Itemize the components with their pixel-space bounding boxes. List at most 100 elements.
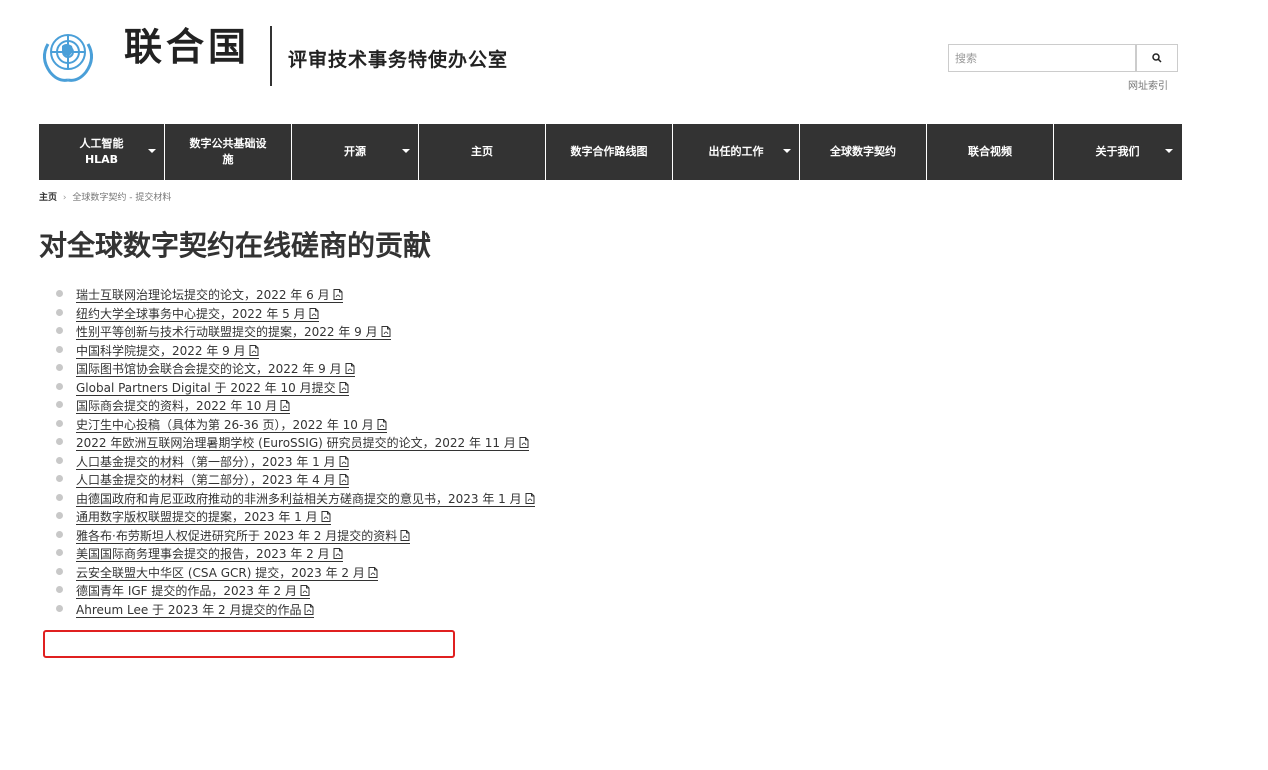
document-link[interactable]: Ahreum Lee 于 2023 年 2 月提交的作品 [76, 603, 315, 618]
document-link[interactable]: 性别平等创新与技术行动联盟提交的提案，2022 年 9 月 [76, 326, 391, 341]
pdf-icon [280, 400, 290, 412]
nav-item-home[interactable]: 主页 [419, 124, 546, 180]
bullet-icon [56, 493, 63, 501]
list-item: 国际图书馆协会联合会提交的论文，2022 年 9 月 [56, 361, 535, 380]
pdf-icon [381, 326, 391, 338]
document-link[interactable]: 史汀生中心投稿（具体为第 26-36 页），2022 年 10 月 [76, 417, 387, 433]
list-item: 中国科学院提交，2022 年 9 月 [56, 343, 535, 362]
document-link[interactable]: 2022 年欧洲互联网治理暑期学校 (EuroSSIG) 研究员提交的论文，20… [76, 436, 529, 452]
office-title[interactable]: 评审技术事务特使办公室 [288, 46, 508, 74]
bullet-icon [56, 345, 63, 353]
list-item: Global Partners Digital 于 2022 年 10 月提交 [56, 380, 535, 399]
document-link[interactable]: 纽约大学全球事务中心提交，2022 年 5 月 [76, 307, 319, 322]
bullet-icon [56, 512, 63, 519]
pdf-icon [300, 585, 310, 597]
document-link[interactable]: 美国国际商务理事会提交的报告，2023 年 2 月 [76, 547, 343, 563]
bullet-icon [56, 549, 63, 556]
document-link[interactable]: 国际图书馆协会联合会提交的论文，2022 年 9 月 [76, 363, 355, 378]
document-link-label: 瑞士互联网治理论坛提交的论文，2022 年 6 月 [76, 288, 330, 303]
nav-item-videos[interactable]: 联合视频 [927, 124, 1054, 180]
nav-item-digital-public-infrastructure[interactable]: 数字公共基础设施 [165, 124, 292, 180]
chevron-down-icon [783, 149, 791, 153]
pdf-icon [339, 455, 349, 467]
list-item: 由德国政府和肯尼亚政府推动的非洲多利益相关方磋商提交的意见书，2023 年 1 … [56, 491, 535, 510]
un-wordmark[interactable]: 联合国 [124, 24, 250, 70]
pdf-icon [339, 381, 349, 393]
document-link-label: 德国青年 IGF 提交的作品，2023 年 2 月 [76, 584, 297, 599]
document-link[interactable]: 由德国政府和肯尼亚政府推动的非洲多利益相关方磋商提交的意见书，2023 年 1 … [76, 491, 535, 507]
site-header: 联合国 评审技术事务特使办公室 网址索引 [0, 0, 1268, 110]
chevron-down-icon [402, 149, 410, 153]
pdf-icon [400, 529, 410, 541]
document-link-label: 人口基金提交的材料（第一部分），2023 年 1 月 [76, 454, 336, 469]
nav-item-ai-hlab[interactable]: 人工智能 HLAB [39, 124, 165, 180]
bullet-icon [56, 586, 63, 593]
bullet-icon [56, 530, 63, 538]
nav-item-label: 人工智能 HLAB [79, 137, 124, 166]
document-link[interactable]: 瑞士互联网治理论坛提交的论文，2022 年 6 月 [76, 288, 343, 304]
bullet-icon [56, 364, 63, 371]
bullet-icon [56, 382, 63, 390]
list-item: 人口基金提交的材料（第二部分），2023 年 4 月 [56, 472, 535, 491]
nav-item-mandate-work[interactable]: 出任的工作 [673, 124, 800, 180]
list-item: 德国青年 IGF 提交的作品，2023 年 2 月 [56, 583, 535, 602]
document-link-label: 人口基金提交的材料（第二部分），2023 年 4 月 [76, 473, 336, 488]
pdf-icon [249, 344, 259, 356]
document-link[interactable]: 通用数字版权联盟提交的提案，2023 年 1 月 [76, 511, 331, 526]
nav-item-label: 关于我们 [1095, 145, 1140, 158]
list-item: 人口基金提交的材料（第一部分），2023 年 1 月 [56, 454, 535, 473]
breadcrumb: 主页 › 全球数字契约 - 提交材料 [39, 190, 171, 203]
bullet-icon [56, 401, 63, 408]
list-item: 云安全联盟大中华区 (CSA GCR) 提交，2023 年 2 月 [56, 565, 535, 584]
document-link-label: 史汀生中心投稿（具体为第 26-36 页），2022 年 10 月 [76, 417, 374, 432]
bullet-icon [56, 456, 63, 464]
document-link-label: 国际商会提交的资料，2022 年 10 月 [76, 399, 278, 414]
list-item: 史汀生中心投稿（具体为第 26-36 页），2022 年 10 月 [56, 417, 535, 436]
nav-item-label: 主页 [471, 145, 493, 158]
bullet-icon [56, 419, 63, 427]
bullet-icon [56, 475, 63, 482]
header-divider [270, 26, 272, 86]
un-emblem-icon[interactable] [36, 22, 100, 86]
document-link[interactable]: 云安全联盟大中华区 (CSA GCR) 提交，2023 年 2 月 [76, 566, 378, 581]
bullet-icon [56, 308, 63, 316]
document-link[interactable]: Global Partners Digital 于 2022 年 10 月提交 [76, 380, 349, 396]
nav-item-label: 开源 [344, 145, 366, 158]
list-item: 通用数字版权联盟提交的提案，2023 年 1 月 [56, 509, 535, 528]
highlight-annotation [43, 630, 455, 658]
breadcrumb-current: 全球数字契约 - 提交材料 [72, 193, 172, 203]
breadcrumb-separator: › [62, 193, 67, 203]
document-link[interactable]: 德国青年 IGF 提交的作品，2023 年 2 月 [76, 584, 310, 600]
document-link-label: 雅各布·布劳斯坦人权促进研究所于 2023 年 2 月提交的资料 [76, 528, 398, 543]
search-button[interactable] [1136, 44, 1178, 72]
document-link[interactable]: 人口基金提交的材料（第二部分），2023 年 4 月 [76, 473, 349, 489]
document-link-label: 2022 年欧洲互联网治理暑期学校 (EuroSSIG) 研究员提交的论文，20… [76, 436, 516, 451]
nav-item-about-us[interactable]: 关于我们 [1054, 124, 1181, 180]
document-link-label: 由德国政府和肯尼亚政府推动的非洲多利益相关方磋商提交的意见书，2023 年 1 … [76, 491, 522, 506]
list-item: 瑞士互联网治理论坛提交的论文，2022 年 6 月 [56, 287, 535, 306]
breadcrumb-home-link[interactable]: 主页 [39, 193, 57, 203]
document-link-label: Global Partners Digital 于 2022 年 10 月提交 [76, 380, 336, 395]
list-item: 美国国际商务理事会提交的报告，2023 年 2 月 [56, 546, 535, 565]
list-item: 性别平等创新与技术行动联盟提交的提案，2022 年 9 月 [56, 324, 535, 343]
list-item: Ahreum Lee 于 2023 年 2 月提交的作品 [56, 602, 535, 621]
nav-item-label: 数字合作路线图 [570, 145, 648, 158]
bullet-icon [56, 327, 63, 334]
search-input[interactable] [948, 44, 1136, 72]
document-link[interactable]: 人口基金提交的材料（第一部分），2023 年 1 月 [76, 454, 349, 470]
nav-item-open-source[interactable]: 开源 [292, 124, 419, 180]
nav-item-label: 全球数字契约 [830, 145, 896, 158]
nav-item-digital-cooperation-roadmap[interactable]: 数字合作路线图 [546, 124, 673, 180]
nav-item-label: 出任的工作 [708, 145, 764, 158]
pdf-icon [309, 307, 319, 319]
document-link[interactable]: 中国科学院提交，2022 年 9 月 [76, 344, 259, 359]
document-link[interactable]: 国际商会提交的资料，2022 年 10 月 [76, 399, 291, 415]
sitemap-link[interactable]: 网址索引 [1128, 77, 1168, 92]
pdf-icon [368, 566, 378, 578]
document-link[interactable]: 雅各布·布劳斯坦人权促进研究所于 2023 年 2 月提交的资料 [76, 528, 411, 544]
nav-item-global-digital-compact[interactable]: 全球数字契约 [800, 124, 927, 180]
document-link-label: 美国国际商务理事会提交的报告，2023 年 2 月 [76, 547, 330, 562]
main-nav: 人工智能 HLAB 数字公共基础设施 开源 主页 数字合作路线图 出任的工作 全… [39, 124, 1182, 180]
bullet-icon [56, 567, 63, 575]
list-item: 国际商会提交的资料，2022 年 10 月 [56, 398, 535, 417]
